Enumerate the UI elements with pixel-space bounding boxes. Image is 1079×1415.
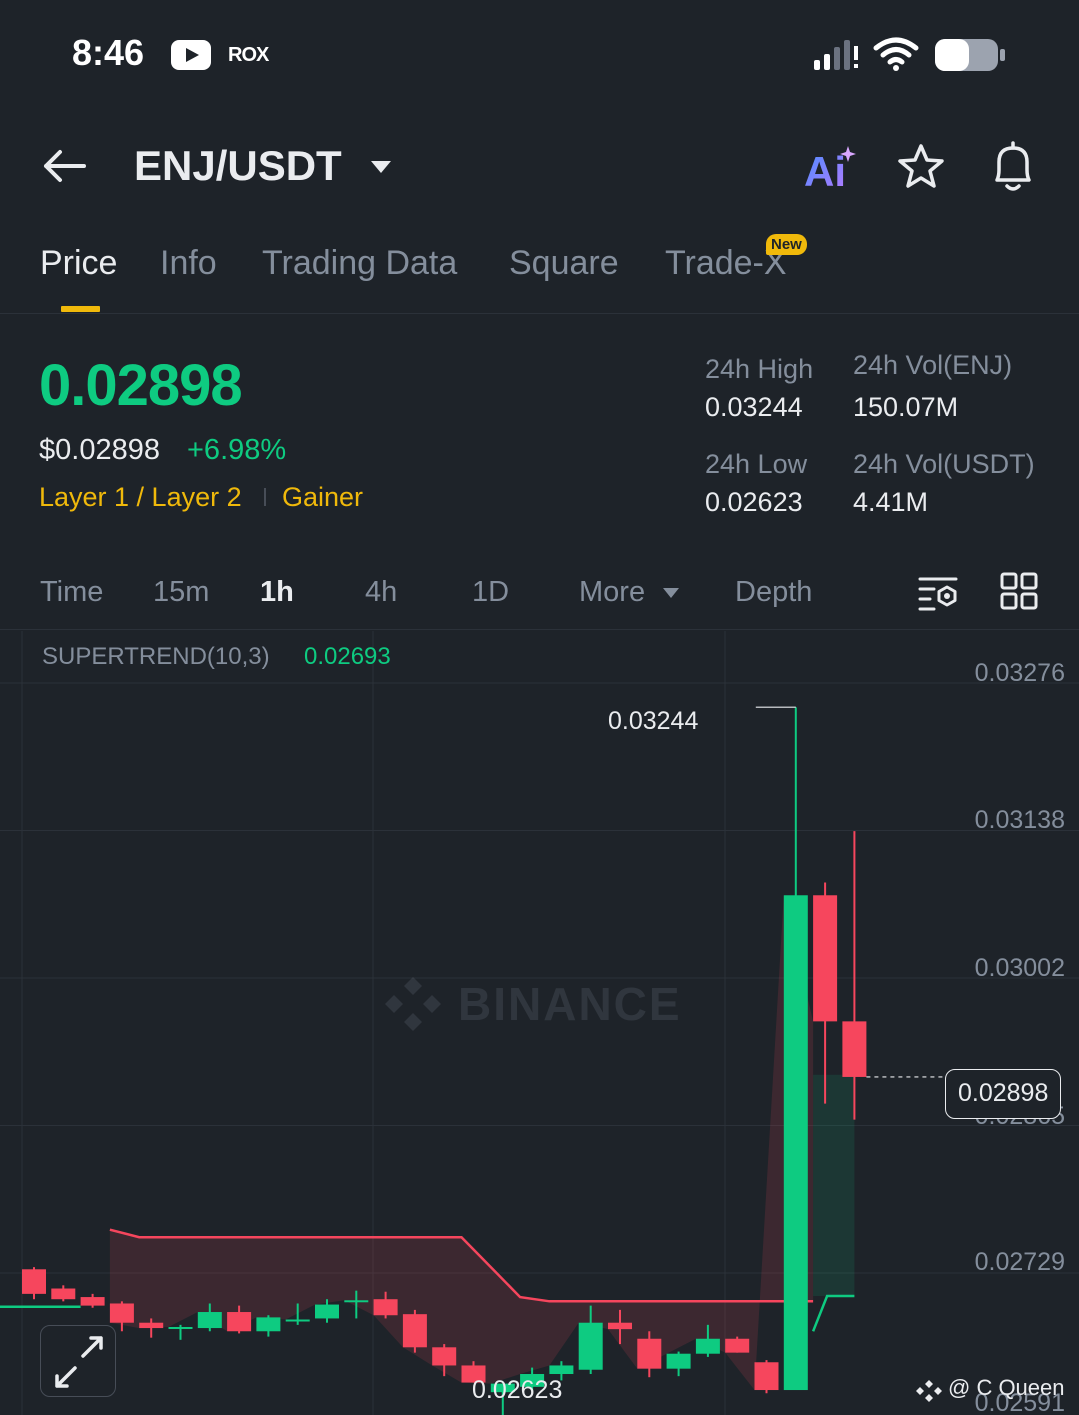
candle-body [344,1300,369,1303]
tab-square[interactable]: Square [509,244,619,283]
back-arrow-icon[interactable] [40,146,88,186]
high-value: 0.03244 [705,392,803,422]
tab-price[interactable]: Price [40,244,117,283]
ai-icon[interactable]: Ai [804,144,858,194]
high-label: 24h High [705,354,814,384]
fullscreen-button[interactable] [40,1325,116,1397]
high-marker-label: 0.03244 [608,707,699,735]
price-change: +6.98% [187,434,287,466]
candle-body [783,895,808,1391]
candle-body [80,1297,105,1306]
grid-layout-icon[interactable] [1000,572,1038,610]
vol-quote-value: 4.41M [853,487,929,517]
low-label: 24h Low [705,449,808,479]
signal-icon [814,40,858,70]
interval-more[interactable]: More [579,576,645,609]
last-price: 0.02898 [39,353,243,418]
usd-price: $0.02898 [39,434,160,466]
tag-divider [264,488,266,506]
vol-base-value: 150.07M [853,392,959,422]
expand-icon [55,1336,103,1388]
candle-body [197,1312,222,1329]
interval-bar: Time 15m 1h 4h 1D More Depth [0,560,1079,630]
caret-down-icon[interactable] [370,160,392,174]
vol-base-label: 24h Vol(ENJ) [853,350,1013,380]
new-badge: New [766,234,807,255]
ai-label: Ai [804,148,846,194]
candle-body [402,1314,427,1348]
candle-body [432,1347,457,1366]
candle-body [109,1303,134,1323]
candle-body [666,1353,691,1369]
candle-body [754,1362,779,1391]
interval-1d[interactable]: 1D [472,576,509,609]
status-bar: 8:46 ROX [0,0,1079,110]
candle-body [315,1304,339,1319]
y-tick: 0.02729 [974,1248,1065,1276]
candle-body [285,1319,310,1322]
youtube-icon [171,40,211,70]
candle-body [227,1312,252,1332]
indicator-value: 0.02693 [304,643,391,670]
price-chart[interactable]: BINANCE SUPERTREND(10,3) 0.02693 0.03276… [0,631,1079,1415]
chart-settings-icon[interactable] [918,574,960,612]
candle-body [22,1269,46,1294]
wifi-icon [873,37,919,71]
tag-gainer[interactable]: Gainer [282,482,363,513]
indicator-label[interactable]: SUPERTREND(10,3) [42,643,270,671]
candle-body [373,1299,398,1316]
y-tick: 0.03002 [974,954,1065,982]
candle-body [637,1338,662,1369]
y-tick: 0.03276 [974,659,1065,687]
interval-1h[interactable]: 1h [260,576,294,609]
candle-body [608,1322,632,1330]
tag-layer[interactable]: Layer 1 / Layer 2 [39,482,242,513]
tab-bar: Price Info Trading Data Square Trade-X N… [0,220,1079,314]
bell-icon[interactable] [987,140,1039,194]
candle-body [139,1322,164,1329]
tab-trading-data[interactable]: Trading Data [262,244,457,283]
star-icon[interactable] [896,142,946,192]
binance-square-icon [916,1380,942,1402]
candle-body [842,1021,867,1077]
vol-quote-label: 24h Vol(USDT) [853,449,1035,479]
candle-body [695,1338,720,1354]
candle-body [725,1338,750,1353]
supertrend-fill-up [813,1074,855,1297]
candle-body [256,1317,281,1332]
status-time: 8:46 [72,32,145,73]
candle-body [578,1322,603,1370]
interval-4h[interactable]: 4h [365,576,397,609]
author-credit: @ C Queen [948,1375,1065,1400]
supertrend-line-up [811,1294,855,1332]
battery-icon [935,39,1005,71]
low-marker-label: 0.02623 [472,1376,563,1404]
active-tab-indicator [61,306,100,312]
candle-body [51,1288,76,1300]
interval-time[interactable]: Time [40,576,103,609]
candle-body [549,1365,574,1375]
y-tick: 0.03138 [974,806,1065,834]
tab-info[interactable]: Info [160,244,217,283]
interval-15m[interactable]: 15m [153,576,209,609]
caret-down-icon[interactable] [662,587,680,599]
binance-watermark: BINANCE [382,971,702,1035]
watermark-text: BINANCE [458,978,682,1030]
header: ENJ/USDT Ai [0,120,1079,215]
candle-body [168,1326,193,1329]
interval-depth[interactable]: Depth [735,576,812,609]
candle-body [813,895,838,1022]
notification-label: ROX [228,44,269,66]
low-value: 0.02623 [705,487,803,517]
pair-selector[interactable]: ENJ/USDT [134,142,342,190]
binance-logo-icon [385,977,441,1031]
current-price-tag: 0.02898 [945,1069,1062,1119]
